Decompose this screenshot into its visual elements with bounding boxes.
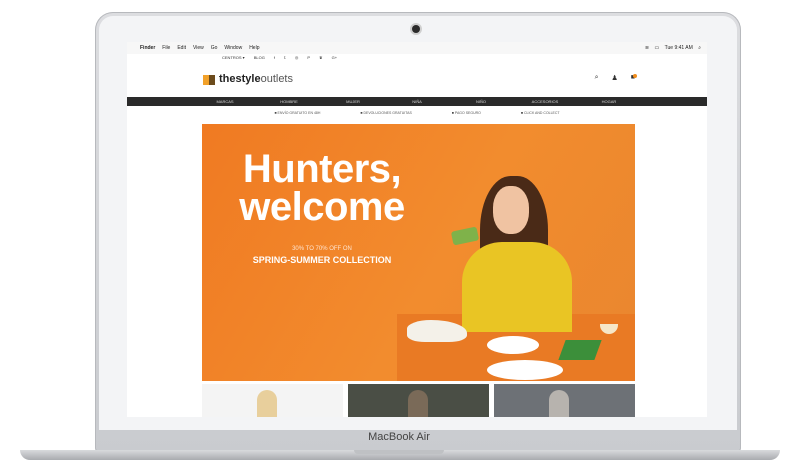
info-click-collect: CLICK AND COLLECT <box>521 111 560 115</box>
logo-light: outlets <box>260 73 293 85</box>
shop-icon[interactable]: ♛ <box>319 55 323 60</box>
hero-title-line1: Hunters, <box>242 147 402 191</box>
logo-bold: thestyle <box>219 73 261 85</box>
camera-icon <box>412 25 420 33</box>
header-actions: ⌕ ♟ ■ <box>595 74 637 82</box>
menu-extras: ≋ ▭ Tue 9:41 AM ⌕ <box>641 45 701 51</box>
info-secure-payment: PAGO SEGURO <box>452 111 481 115</box>
category-thumb-3[interactable] <box>494 384 635 417</box>
nav-hombre[interactable]: HOMBRE <box>257 97 321 106</box>
category-thumb-2[interactable] <box>348 384 489 417</box>
menu-view[interactable]: View <box>193 45 204 51</box>
info-returns: DEVOLUCIONES GRATUITAS <box>360 111 411 115</box>
thumb-model-3 <box>549 390 569 417</box>
centros-dropdown[interactable]: CENTROS ▾ <box>222 55 245 60</box>
platter-image <box>487 360 563 380</box>
hero-title-line2: welcome <box>239 185 405 229</box>
cart-badge <box>633 74 637 78</box>
info-shipping: ENVÍO GRATUITO EN 48H <box>274 111 321 115</box>
menu-window[interactable]: Window <box>224 45 242 51</box>
logo-mark-icon[interactable] <box>203 75 215 85</box>
pinterest-icon[interactable]: P <box>307 55 310 60</box>
menu-help[interactable]: Help <box>249 45 259 51</box>
nav-hogar[interactable]: HOGAR <box>577 97 641 106</box>
device-brand-label: MacBook Air <box>368 431 430 443</box>
nav-nina[interactable]: NIÑA <box>385 97 449 106</box>
green-purse <box>450 226 480 246</box>
spotlight-icon[interactable]: ⌕ <box>698 45 701 51</box>
facebook-icon[interactable]: f <box>274 55 275 60</box>
cart-icon[interactable]: ■ <box>631 74 637 82</box>
nav-accesorios[interactable]: ACCESORIOS <box>513 97 577 106</box>
site-top-links: CENTROS ▾ BLOG f 𝕥 ◎ P ♛ G+ <box>222 55 337 60</box>
main-nav: MARCAS HOMBRE MUJER NIÑA NIÑO ACCESORIOS… <box>127 97 707 106</box>
model-jacket <box>462 242 572 332</box>
green-heel-image <box>558 340 602 360</box>
info-strip: ENVÍO GRATUITO EN 48H DEVOLUCIONES GRATU… <box>127 108 707 118</box>
nav-nino[interactable]: NIÑO <box>449 97 513 106</box>
battery-icon[interactable]: ▭ <box>655 45 660 51</box>
plate-image <box>487 336 539 354</box>
model-face <box>493 186 529 234</box>
menu-go[interactable]: Go <box>211 45 218 51</box>
category-thumb-1[interactable] <box>202 384 343 417</box>
thumb-model-1 <box>257 390 277 417</box>
laptop-screen: Finder File Edit View Go Window Help ≋ ▭… <box>127 42 707 417</box>
blog-link[interactable]: BLOG <box>254 55 265 60</box>
hero-title: Hunters, welcome <box>202 147 442 229</box>
instagram-icon[interactable]: ◎ <box>295 55 299 60</box>
google-plus-icon[interactable]: G+ <box>332 55 337 60</box>
clock[interactable]: Tue 9:41 AM <box>665 45 693 51</box>
hero-collection: SPRING-SUMMER COLLECTION <box>252 255 392 265</box>
menu-edit[interactable]: Edit <box>177 45 186 51</box>
hero-banner[interactable]: Hunters, welcome 30% TO 70% OFF ON SPRIN… <box>202 124 635 381</box>
site-logo[interactable]: thestyleoutlets <box>219 73 293 85</box>
mac-menu-bar: Finder File Edit View Go Window Help ≋ ▭… <box>127 42 707 54</box>
menu-file[interactable]: File <box>162 45 170 51</box>
nav-mujer[interactable]: MUJER <box>321 97 385 106</box>
wifi-icon[interactable]: ≋ <box>645 45 649 51</box>
site-header: thestyleoutlets ⌕ ♟ ■ <box>127 69 707 91</box>
twitter-icon[interactable]: 𝕥 <box>284 55 286 60</box>
nav-marcas[interactable]: MARCAS <box>193 97 257 106</box>
search-icon[interactable]: ⌕ <box>595 74 599 82</box>
laptop-notch <box>354 450 444 454</box>
menu-finder[interactable]: Finder <box>140 45 155 51</box>
hero-subtitle: 30% TO 70% OFF ON <box>292 246 352 252</box>
user-icon[interactable]: ♟ <box>611 74 617 82</box>
thumb-model-2 <box>408 390 428 417</box>
